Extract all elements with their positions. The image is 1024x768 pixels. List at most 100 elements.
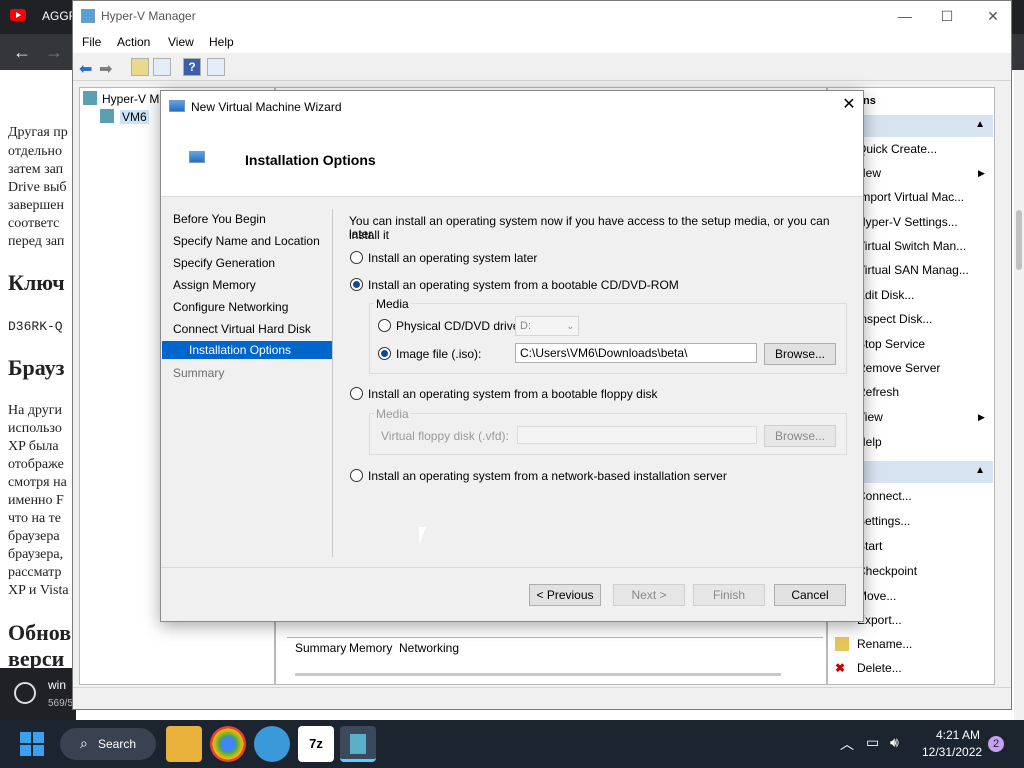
browse-floppy-button[interactable]: Browse... xyxy=(764,425,836,447)
step-specify-name-location[interactable]: Specify Name and Location xyxy=(173,234,320,248)
action-quick-create[interactable]: Quick Create... xyxy=(857,142,937,156)
article-line: рассматр xyxy=(8,565,62,580)
image-file-input[interactable]: C:\Users\VM6\Downloads\beta\ xyxy=(515,343,757,363)
chevron-up-icon[interactable]: ︿ xyxy=(840,734,854,754)
step-before-you-begin[interactable]: Before You Begin xyxy=(173,212,266,226)
action-virtual-switch-manager[interactable]: Virtual Switch Man... xyxy=(857,239,966,253)
clock-time[interactable]: 4:21 AM xyxy=(936,728,980,742)
tree-root-label[interactable]: Hyper-V M xyxy=(102,92,159,106)
step-summary[interactable]: Summary xyxy=(173,366,224,380)
radio-install-cd[interactable] xyxy=(350,278,363,291)
forward-arrow-icon[interactable]: → xyxy=(42,41,66,63)
action-remove-server[interactable]: Remove Server xyxy=(857,361,940,375)
article-heading: Обнов xyxy=(8,620,72,645)
help-icon[interactable]: ? xyxy=(183,58,201,76)
hyperv-manager-taskbar-icon[interactable] xyxy=(340,726,376,762)
close-icon[interactable]: ✕ xyxy=(839,95,859,115)
collapse-icon[interactable]: ▲ xyxy=(975,465,985,476)
action-pane-icon[interactable] xyxy=(207,58,225,76)
browser-scrollbar[interactable] xyxy=(1014,70,1024,720)
radio-install-network[interactable] xyxy=(350,469,363,482)
start-tile xyxy=(20,745,31,756)
browse-iso-button[interactable]: Browse... xyxy=(764,343,836,365)
network-globe-icon[interactable] xyxy=(254,726,290,762)
step-assign-memory[interactable]: Assign Memory xyxy=(173,278,256,292)
up-folder-icon[interactable] xyxy=(131,58,149,76)
action-edit-disk[interactable]: Edit Disk... xyxy=(857,288,914,302)
chrome-icon[interactable] xyxy=(210,726,246,762)
cancel-button[interactable]: Cancel xyxy=(774,584,846,606)
radio-install-later[interactable] xyxy=(350,251,363,264)
next-button[interactable]: Next > xyxy=(613,584,685,606)
taskbar-search[interactable]: ⌕ Search xyxy=(60,728,156,760)
floppy-disk-input[interactable] xyxy=(517,426,757,444)
action-checkpoint[interactable]: Checkpoint xyxy=(857,564,917,578)
action-import-vm[interactable]: Import Virtual Mac... xyxy=(857,190,964,204)
maximize-icon[interactable]: ☐ xyxy=(937,7,957,25)
article-heading: Брауз xyxy=(8,355,65,380)
start-button[interactable] xyxy=(20,732,44,756)
collapse-icon[interactable]: ▲ xyxy=(975,119,985,130)
radio-install-floppy[interactable] xyxy=(350,387,363,400)
menu-file[interactable]: File xyxy=(82,35,101,49)
action-hyperv-settings[interactable]: Hyper-V Settings... xyxy=(857,215,958,229)
show-hide-tree-icon[interactable] xyxy=(153,58,171,76)
install-cd-label[interactable]: Install an operating system from a boota… xyxy=(368,278,679,292)
physical-drive-label[interactable]: Physical CD/DVD drive: xyxy=(396,319,523,333)
action-virtual-san-manager[interactable]: Virtual SAN Manag... xyxy=(857,263,969,277)
action-stop-service[interactable]: Stop Service xyxy=(857,337,925,351)
action-inspect-disk[interactable]: Inspect Disk... xyxy=(857,312,932,326)
hyperv-app-icon xyxy=(81,9,95,23)
tab-summary[interactable]: Summary xyxy=(295,641,347,656)
download-item[interactable]: win 569/5 xyxy=(0,668,76,720)
menu-help[interactable]: Help xyxy=(209,35,234,49)
back-arrow-icon[interactable]: ← xyxy=(10,41,34,63)
forward-icon[interactable]: ➡ xyxy=(99,59,112,79)
previous-button[interactable]: < Previous xyxy=(529,584,601,606)
action-rename[interactable]: Rename... xyxy=(857,637,912,651)
step-specify-generation[interactable]: Specify Generation xyxy=(173,256,275,270)
clock-date[interactable]: 12/31/2022 xyxy=(922,745,982,759)
tab-networking[interactable]: Networking xyxy=(399,641,459,655)
mouse-cursor-icon xyxy=(419,527,426,545)
finish-button[interactable]: Finish xyxy=(693,584,765,606)
download-name: win xyxy=(48,678,67,692)
close-icon[interactable]: ✕ xyxy=(983,7,1003,25)
step-connect-vhd[interactable]: Connect Virtual Hard Disk xyxy=(173,322,311,336)
menu-action[interactable]: Action xyxy=(117,35,150,49)
youtube-icon xyxy=(10,9,26,21)
delete-icon: ✖ xyxy=(835,661,846,675)
chevron-down-icon: ⌄ xyxy=(566,321,574,331)
action-connect[interactable]: Connect... xyxy=(857,489,912,503)
action-settings[interactable]: Settings... xyxy=(857,514,910,528)
submenu-arrow-icon: ▶ xyxy=(978,412,985,422)
minimize-icon[interactable]: — xyxy=(895,7,915,25)
new-vm-wizard-dialog: New Virtual Machine Wizard ✕ Installatio… xyxy=(160,90,864,622)
menu-view[interactable]: View xyxy=(168,35,194,49)
volume-icon[interactable]: 🔊︎ xyxy=(890,734,899,751)
center-scrollbar[interactable] xyxy=(295,673,781,676)
back-icon[interactable]: ⬅ xyxy=(79,59,92,79)
physical-drive-select[interactable]: D: ⌄ xyxy=(515,316,579,336)
browser-scrollbar-thumb[interactable] xyxy=(1016,210,1022,270)
network-icon[interactable]: ▭ xyxy=(866,734,879,751)
article-line: Другая пр xyxy=(8,125,68,140)
radio-image-file[interactable] xyxy=(378,347,391,360)
hyperv-statusbar xyxy=(73,687,1011,709)
install-later-label[interactable]: Install an operating system later xyxy=(368,251,537,265)
step-configure-networking[interactable]: Configure Networking xyxy=(173,300,288,314)
radio-physical-drive[interactable] xyxy=(378,319,391,332)
step-installation-options[interactable]: Installation Options xyxy=(162,341,332,359)
action-delete[interactable]: Delete... xyxy=(857,661,902,675)
wizard-footer-divider xyxy=(161,567,863,568)
image-file-label[interactable]: Image file (.iso): xyxy=(396,347,481,361)
install-network-label[interactable]: Install an operating system from a netwo… xyxy=(368,469,727,483)
wizard-page-icon xyxy=(189,151,205,163)
7zip-icon[interactable]: 7z xyxy=(298,726,334,762)
file-explorer-icon[interactable] xyxy=(166,726,202,762)
notification-badge[interactable]: 2 xyxy=(988,736,1004,752)
tree-child-label[interactable]: VM6 xyxy=(120,110,149,124)
tab-memory[interactable]: Memory xyxy=(349,641,392,655)
wizard-titlebar: New Virtual Machine Wizard ✕ xyxy=(161,91,863,121)
install-floppy-label[interactable]: Install an operating system from a boota… xyxy=(368,387,658,401)
